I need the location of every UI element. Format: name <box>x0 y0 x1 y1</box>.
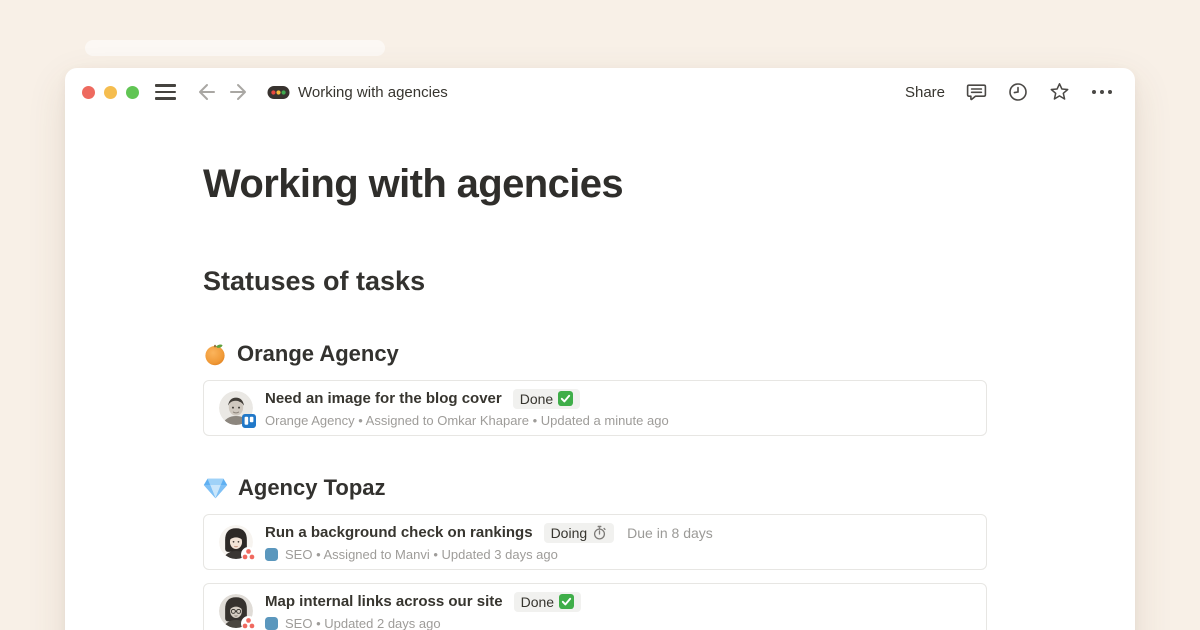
tag-color-chip <box>265 548 278 561</box>
tag-color-chip <box>265 617 278 630</box>
traffic-light-doc-icon <box>267 85 290 100</box>
background-highlight <box>85 40 385 56</box>
titlebar: Working with agencies Share <box>65 68 1135 108</box>
due-date: Due in 8 days <box>627 525 713 541</box>
status-badge: Done <box>514 592 581 612</box>
task-meta: SEO • Assigned to Manvi • Updated 3 days… <box>265 547 713 562</box>
agency-heading-topaz: Agency Topaz <box>203 474 1135 502</box>
task-title: Run a background check on rankings <box>265 524 533 541</box>
task-card[interactable]: Need an image for the blog cover Done Or… <box>203 380 987 436</box>
star-icon[interactable] <box>1049 82 1070 102</box>
avatar <box>219 525 253 559</box>
close-window-button[interactable] <box>82 86 95 99</box>
ellipsis-icon[interactable] <box>1091 89 1113 95</box>
section-heading: Statuses of tasks <box>203 264 1135 298</box>
check-emoji <box>558 391 573 406</box>
comment-icon[interactable] <box>966 82 987 102</box>
gem-emoji <box>203 478 228 499</box>
history-clock-icon[interactable] <box>1008 82 1028 102</box>
task-meta: Orange Agency • Assigned to Omkar Khapar… <box>265 413 669 428</box>
task-meta: SEO • Updated 2 days ago <box>265 616 581 630</box>
titlebar-page-title: Working with agencies <box>298 84 448 101</box>
tangerine-emoji <box>203 342 227 366</box>
share-button[interactable]: Share <box>905 84 945 101</box>
hamburger-icon[interactable] <box>155 84 176 99</box>
forward-arrow-icon[interactable] <box>228 83 248 101</box>
status-badge: Doing <box>544 523 615 543</box>
task-card[interactable]: Run a background check on rankings Doing… <box>203 514 987 570</box>
trello-icon <box>242 414 256 428</box>
task-title: Need an image for the blog cover <box>265 390 502 407</box>
avatar <box>219 391 253 425</box>
page-title: Working with agencies <box>203 160 1135 208</box>
minimize-window-button[interactable] <box>104 86 117 99</box>
back-arrow-icon[interactable] <box>197 83 217 101</box>
agency-heading-orange: Orange Agency <box>203 340 1135 368</box>
avatar <box>219 594 253 628</box>
asana-icon <box>241 616 256 630</box>
status-badge: Done <box>513 389 580 409</box>
check-emoji <box>559 594 574 609</box>
task-title: Map internal links across our site <box>265 593 503 610</box>
task-card[interactable]: Map internal links across our site Done … <box>203 583 987 630</box>
app-window: Working with agencies Share <box>65 68 1135 630</box>
asana-icon <box>241 547 256 562</box>
page-content: Working with agencies Statuses of tasks … <box>65 160 1135 630</box>
stopwatch-emoji <box>592 525 607 540</box>
zoom-window-button[interactable] <box>126 86 139 99</box>
